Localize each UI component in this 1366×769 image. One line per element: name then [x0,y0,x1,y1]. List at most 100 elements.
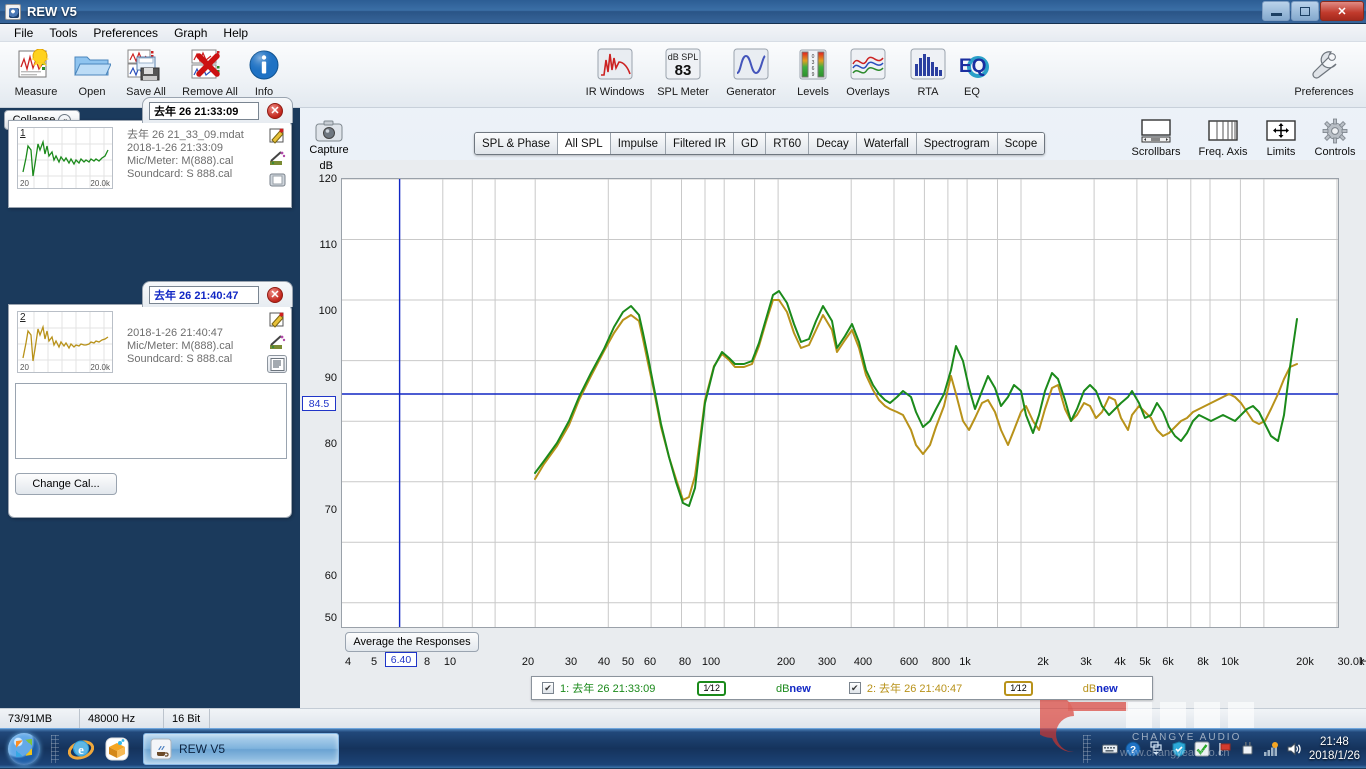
flag-icon[interactable] [1217,741,1233,757]
measurement-1-name-input[interactable]: 去年 26 21:33:09 [149,101,259,120]
x-tick-20: 20 [521,656,535,668]
measurement-1-date: 2018-1-26 21:33:09 [127,142,224,154]
measurement-2-notes-icon[interactable] [267,355,287,373]
tab-scope[interactable]: Scope [997,133,1045,154]
menu-item-graph[interactable]: Graph [166,25,215,41]
keyboard-icon[interactable] [1101,741,1118,757]
start-button[interactable] [1,731,47,767]
legend-1-checkbox[interactable]: ✔ [542,682,554,694]
measure-icon [4,46,68,84]
tab-filtered-ir[interactable]: Filtered IR [665,133,735,154]
menu-bar: File Tools Preferences Graph Help [0,24,1366,42]
shield-icon[interactable] [1171,741,1187,757]
taskbar-clock[interactable]: 21:48 2018/1/26 [1309,735,1360,763]
menu-item-help[interactable]: Help [215,25,256,41]
eq-button[interactable]: EQ EQ [940,46,1004,98]
capture-button[interactable]: Capture [303,118,355,156]
y-axis-unit: dB [319,160,333,172]
generator-icon [711,46,791,84]
tab-rt60[interactable]: RT60 [766,133,810,154]
help-icon[interactable]: ? [1125,741,1141,757]
menu-item-preferences[interactable]: Preferences [85,25,166,41]
legend-1-smoothing[interactable]: 1 ⁄ 12 [697,680,726,696]
legend-2-checkbox[interactable]: ✔ [848,682,861,694]
x-tick-80: 80 [678,656,692,668]
preferences-button[interactable]: Preferences [1284,46,1364,98]
measurement-2-name-input[interactable]: 去年 26 21:40:47 [149,285,259,304]
clock-time: 21:48 [1320,736,1349,748]
legend-item-1[interactable]: ✔ 1: 去年 26 21:33:09 [542,680,655,696]
measurement-1-notes-icon[interactable] [267,171,287,189]
gear-icon [1304,116,1366,146]
taskbar-grip[interactable] [51,734,59,763]
measurement-2-delete-button[interactable]: ✕ [267,286,283,303]
minimize-button[interactable] [1262,1,1290,21]
taskbar-item-rew[interactable]: REW V5 [143,732,339,765]
legend-item-2[interactable]: ✔ 2: 去年 26 21:40:47 [848,680,962,696]
tab-waterfall[interactable]: Waterfall [856,133,917,154]
measurement-card-1[interactable]: 去年 26 21:33:09 ✕ 1 20 20.0k 去年 26 21_33_… [8,97,293,208]
quicklaunch-internet-explorer[interactable]: e [63,731,99,767]
measure-label: Measure [14,86,58,98]
quicklaunch-package-app[interactable] [99,731,135,767]
freq-axis-button[interactable]: Freq. Axis [1192,116,1254,158]
tab-all-spl[interactable]: All SPL [557,133,611,154]
measurements-panel: Collapse « 去年 26 21:33:09 ✕ 1 20 20.0k [0,97,300,708]
x-tick-6k: 6k [1162,656,1174,668]
average-the-responses-button[interactable]: Average the Responses [345,632,479,652]
save-all-button[interactable]: Save All [114,46,178,98]
tab-spl-and-phase[interactable]: SPL & Phase [475,133,558,154]
y-tick-70: 70 [324,504,337,516]
measure-button[interactable]: Measure [4,46,68,98]
measurement-1-delete-button[interactable]: ✕ [267,102,283,119]
network-icon[interactable] [1263,741,1279,757]
legend-2-smoothing[interactable]: 1 ⁄ 12 [1004,680,1033,696]
check-icon[interactable] [1194,741,1210,757]
graph-tab-bar: SPL & Phase All SPL Impulse Filtered IR … [474,132,1046,155]
scrollbars-label: Scrollbars [1131,146,1181,158]
legend-1-label: 1: 去年 26 21:33:09 [560,683,656,695]
legend-1-new-label: new [789,683,811,695]
tab-spectrogram[interactable]: Spectrogram [916,133,998,154]
tab-decay[interactable]: Decay [809,133,857,154]
tab-gd[interactable]: GD [734,133,767,154]
measurement-1-edit-icon[interactable] [267,127,287,145]
measurement-1-cal-icon[interactable] [267,149,287,167]
spl-plot[interactable] [341,178,1339,628]
taskbar-item-rew-label: REW V5 [179,741,226,756]
limits-button[interactable]: Limits [1250,116,1312,158]
menu-item-file[interactable]: File [6,25,41,41]
scrollbars-button[interactable]: Scrollbars [1125,116,1187,158]
save-all-icon [114,46,178,84]
maximize-button[interactable] [1291,1,1319,21]
plug-icon[interactable] [1240,741,1256,757]
x-tick-5: 5 [370,656,378,668]
y-tick-50: 50 [324,612,337,624]
svg-text:e: e [78,742,84,757]
y-tick-120: 120 [318,173,337,185]
tab-impulse[interactable]: Impulse [610,133,666,154]
freq-axis-label: Freq. Axis [1198,146,1248,158]
close-button[interactable]: ✕ [1320,1,1364,21]
show-hidden-icons-icon[interactable] [1148,741,1164,757]
menu-item-tools[interactable]: Tools [41,25,85,41]
legend-1-db-toggle[interactable]: dBnew [776,681,811,695]
volume-icon[interactable] [1286,741,1302,757]
controls-button[interactable]: Controls [1304,116,1366,158]
measurement-card-2[interactable]: 去年 26 21:40:47 ✕ 2 20 20.0k 2018-1-26 21… [8,281,293,518]
legend-2-db-toggle[interactable]: dBnew [1083,681,1118,695]
change-cal-button[interactable]: Change Cal... [15,473,117,495]
legend-1-db-label: dB [775,683,790,695]
freq-axis-icon [1192,116,1254,146]
notes-textarea[interactable] [15,383,287,459]
x-tick-30: 30 [564,656,578,668]
measurement-2-cal-icon[interactable] [267,333,287,351]
info-button[interactable]: Info [232,46,296,98]
generator-button[interactable]: Generator [711,46,791,98]
measurement-2-meta: 2018-1-26 21:40:47 Mic/Meter: M(888).cal… [127,327,267,366]
legend-2-smoothing-den: 12 [1016,683,1027,693]
y-cursor-value[interactable]: 84.5 [302,396,336,411]
measurement-2-edit-icon[interactable] [267,311,287,329]
x-tick-2k: 2k [1037,656,1049,668]
x-cursor-value[interactable]: 6.40 [385,652,417,667]
